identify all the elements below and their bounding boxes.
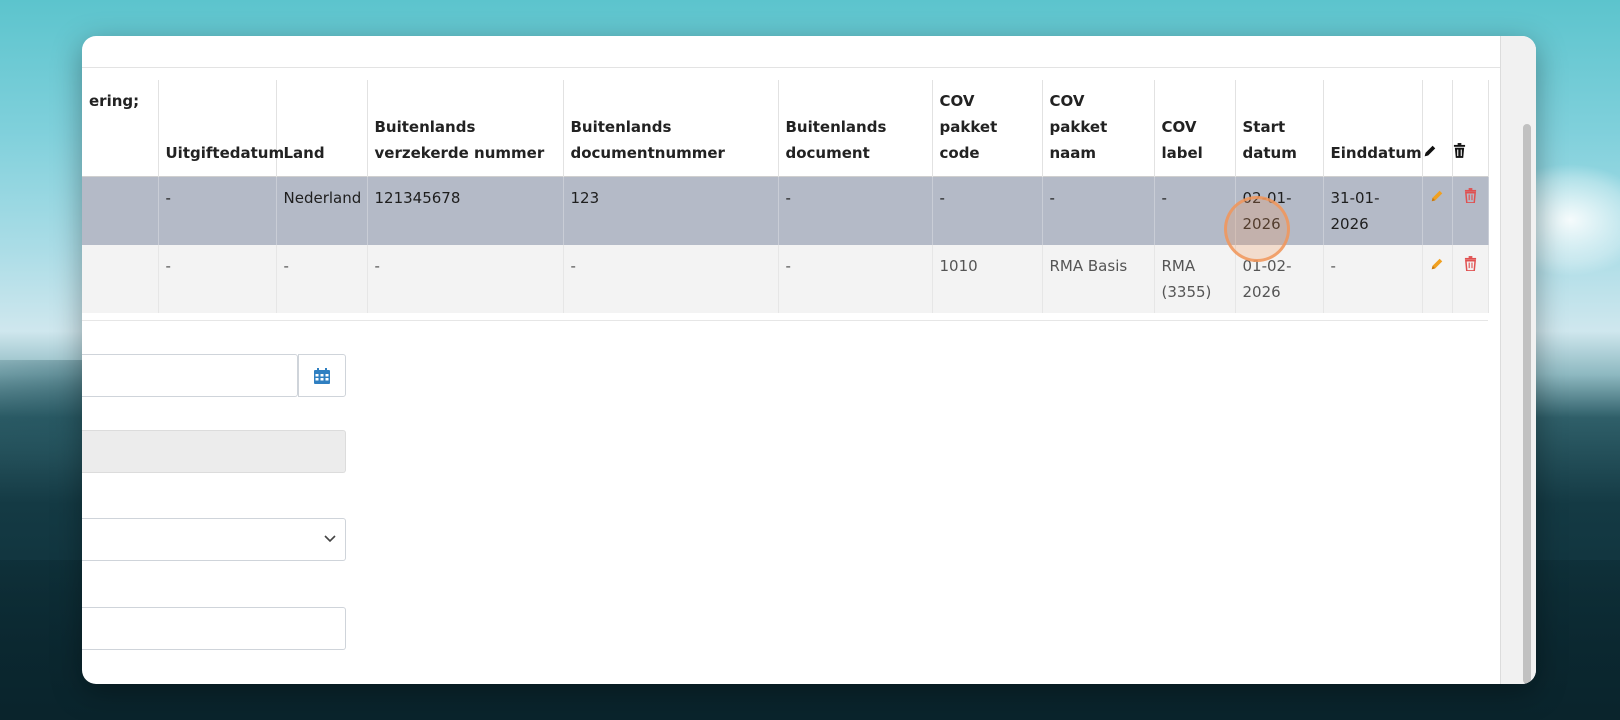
table-cell: - <box>1323 245 1423 313</box>
table-cell: 123 <box>563 176 779 245</box>
table-cell <box>82 245 159 313</box>
col-header[interactable]: Uitgiftedatum <box>158 80 284 177</box>
table-cell: 31-01-2026 <box>1323 176 1423 245</box>
table-header-row: ering; Uitgiftedatum Land Buitenlands ve… <box>82 80 1489 177</box>
delete-col-header <box>1452 80 1489 177</box>
table-cell: - <box>276 245 368 313</box>
trash-icon[interactable] <box>1464 188 1477 203</box>
insurance-table: ering; Uitgiftedatum Land Buitenlands ve… <box>82 80 1489 313</box>
section-divider <box>82 320 1488 321</box>
trash-icon <box>1453 143 1465 158</box>
table-cell: 121345678 <box>367 176 564 245</box>
table-cell: RMA (3355) <box>1154 245 1236 313</box>
table-cell <box>82 176 159 245</box>
table-cell: 01-02-2026 <box>1235 245 1324 313</box>
scrollbar-thumb[interactable] <box>1523 124 1531 684</box>
date-input[interactable] <box>82 354 298 397</box>
app-window: ering; Uitgiftedatum Land Buitenlands ve… <box>82 36 1536 684</box>
readonly-field <box>82 430 346 473</box>
col-header[interactable]: Buitenlands document <box>778 80 933 177</box>
calendar-button[interactable] <box>298 354 346 397</box>
pencil-icon[interactable] <box>1430 257 1444 271</box>
table-cell: - <box>563 245 779 313</box>
col-header[interactable]: COV pakket naam <box>1042 80 1155 177</box>
calendar-icon <box>314 367 330 384</box>
table-cell: - <box>1154 176 1236 245</box>
col-header[interactable]: Buitenlands verzekerde nummer <box>367 80 564 177</box>
table-cell: RMA Basis <box>1042 245 1155 313</box>
table-cell: 02-01-2026 <box>1235 176 1324 245</box>
table-cell: - <box>1042 176 1155 245</box>
table-row[interactable]: - Nederland 121345678 123 - - - - 02-01-… <box>82 176 1489 245</box>
table-cell: - <box>778 176 933 245</box>
select-field[interactable] <box>82 518 346 561</box>
col-header[interactable]: Buitenlands documentnummer <box>563 80 779 177</box>
col-header[interactable]: Land <box>276 80 368 177</box>
table-cell: - <box>778 245 933 313</box>
window-topbar <box>82 36 1500 68</box>
col-header[interactable]: ering; <box>82 80 159 177</box>
table-cell: 1010 <box>932 245 1043 313</box>
col-header[interactable]: COV pakket code <box>932 80 1043 177</box>
delete-row-button[interactable] <box>1452 245 1489 313</box>
delete-row-button[interactable] <box>1452 176 1489 245</box>
table-cell: Nederland <box>276 176 368 245</box>
table-cell: - <box>158 245 277 313</box>
table-cell: - <box>932 176 1043 245</box>
table-row[interactable]: - - - - - 1010 RMA Basis RMA (3355) 01-0… <box>82 245 1489 313</box>
table-cell: - <box>158 176 277 245</box>
chevron-down-icon <box>324 535 336 543</box>
vertical-scrollbar[interactable] <box>1500 36 1536 684</box>
col-header[interactable]: Einddatum <box>1323 80 1423 177</box>
pencil-icon[interactable] <box>1430 189 1444 203</box>
col-header[interactable]: Start datum <box>1235 80 1324 177</box>
trash-icon[interactable] <box>1464 256 1477 271</box>
table-cell: - <box>367 245 564 313</box>
edit-row-button[interactable] <box>1422 176 1453 245</box>
col-header[interactable]: COV label <box>1154 80 1236 177</box>
pencil-icon <box>1424 145 1435 157</box>
text-input[interactable] <box>82 607 346 650</box>
edit-col-header <box>1422 80 1453 177</box>
edit-row-button[interactable] <box>1422 245 1453 313</box>
